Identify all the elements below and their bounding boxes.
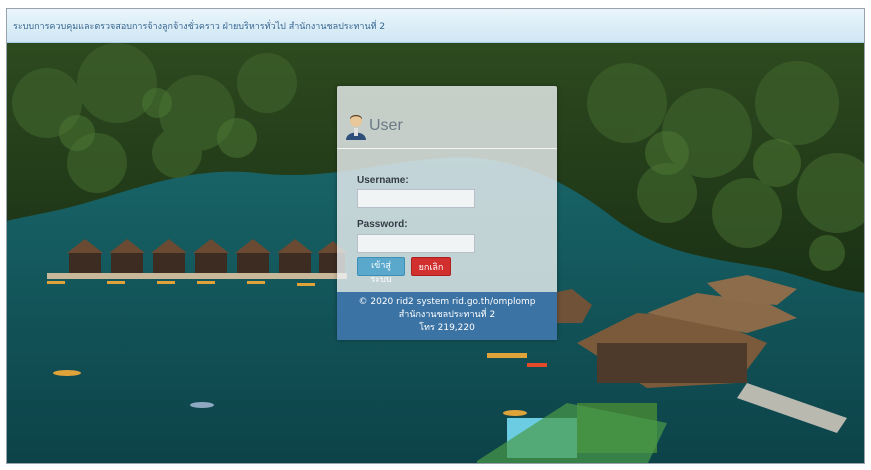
login-button[interactable]: เข้าสู่ระบบ — [357, 257, 405, 285]
password-label: Password: — [357, 219, 408, 230]
login-panel: User Username: Password: เข้าสู่ระบบ ยกเ… — [337, 86, 557, 340]
login-header: User — [337, 86, 557, 149]
footer-office: สำนักงานชลประทานที่ 2 — [398, 310, 496, 320]
browser-frame: ระบบการควบคุมและตรวจสอบการจ้างลูกจ้างชั่… — [6, 8, 865, 464]
footer-phone: โทร 219,220 — [419, 323, 475, 333]
footer-copyright: © 2020 rid2 system rid.go.th/omplomp — [358, 297, 536, 307]
login-title: User — [369, 117, 403, 134]
username-label: Username: — [357, 175, 409, 186]
login-footer: © 2020 rid2 system rid.go.th/omplomp สำน… — [337, 292, 557, 340]
page-title: ระบบการควบคุมและตรวจสอบการจ้างลูกจ้างชั่… — [13, 22, 386, 32]
username-input[interactable] — [357, 189, 475, 208]
password-input[interactable] — [357, 234, 475, 253]
user-icon — [345, 114, 367, 140]
cancel-button[interactable]: ยกเลิก — [411, 257, 451, 276]
header-bar: ระบบการควบคุมและตรวจสอบการจ้างลูกจ้างชั่… — [7, 9, 864, 43]
